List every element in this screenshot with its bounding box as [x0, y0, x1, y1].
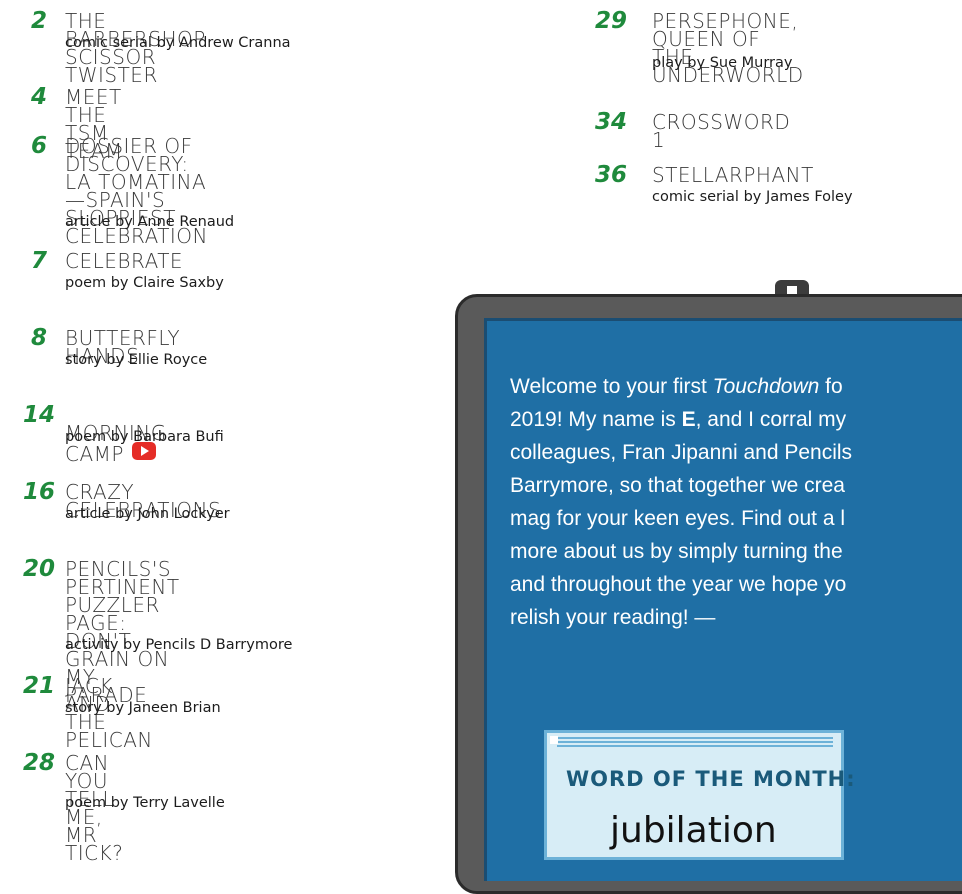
page-number: 29 — [594, 8, 627, 34]
word-of-the-month-label: WORD OF THE MONTH: — [566, 767, 856, 791]
welcome-text-3: , and I corral my colleagues, Fran Jipan… — [510, 408, 853, 629]
toc-byline: article by John Lockyer — [65, 506, 230, 522]
toc-byline: story by Janeen Brian — [65, 700, 221, 716]
toc-byline: play by Sue Murray — [652, 55, 793, 71]
page-number: 4 — [30, 84, 47, 110]
page-number: 8 — [30, 325, 47, 351]
page-number: 14 — [22, 402, 55, 428]
word-of-the-month: jubilation — [610, 810, 777, 851]
toc-byline: comic serial by James Foley — [652, 189, 853, 205]
welcome-magazine-name: Touchdown — [712, 375, 820, 398]
page-number: 20 — [22, 556, 55, 582]
welcome-message: Welcome to your first Touchdown fo 2019!… — [510, 370, 962, 634]
card-window-dot — [550, 736, 558, 744]
welcome-text-1: Welcome to your first — [510, 375, 713, 398]
toc-title: PERSEPHONE, QUEEN OF THE UNDERWORLD — [652, 9, 804, 87]
toc-title: CELEBRATE — [65, 249, 184, 273]
toc-title: CROSSWORD 1 — [652, 110, 791, 152]
toc-byline: poem by Claire Saxby — [65, 275, 224, 291]
page-number: 2 — [30, 8, 47, 34]
welcome-editor-name: E — [681, 408, 696, 431]
page-number: 7 — [30, 248, 47, 274]
page-number: 16 — [22, 479, 55, 505]
page-number: 21 — [22, 673, 55, 699]
toc-byline: poem by Terry Lavelle — [65, 795, 225, 811]
page-number: 34 — [594, 109, 627, 135]
toc-byline: article by Anne Renaud — [65, 214, 235, 230]
card-title-bar — [557, 737, 833, 749]
toc-byline: activity by Pencils D Barrymore — [65, 637, 293, 653]
page-number: 6 — [30, 133, 47, 159]
toc-title: STELLARPHANT — [652, 163, 814, 187]
page-number: 36 — [594, 162, 627, 188]
toc-byline: story by Ellie Royce — [65, 352, 208, 368]
page-number: 28 — [22, 750, 55, 776]
toc-byline: poem by Barbara Bufi — [65, 429, 224, 445]
toc-byline: comic serial by Andrew Cranna — [65, 35, 291, 51]
